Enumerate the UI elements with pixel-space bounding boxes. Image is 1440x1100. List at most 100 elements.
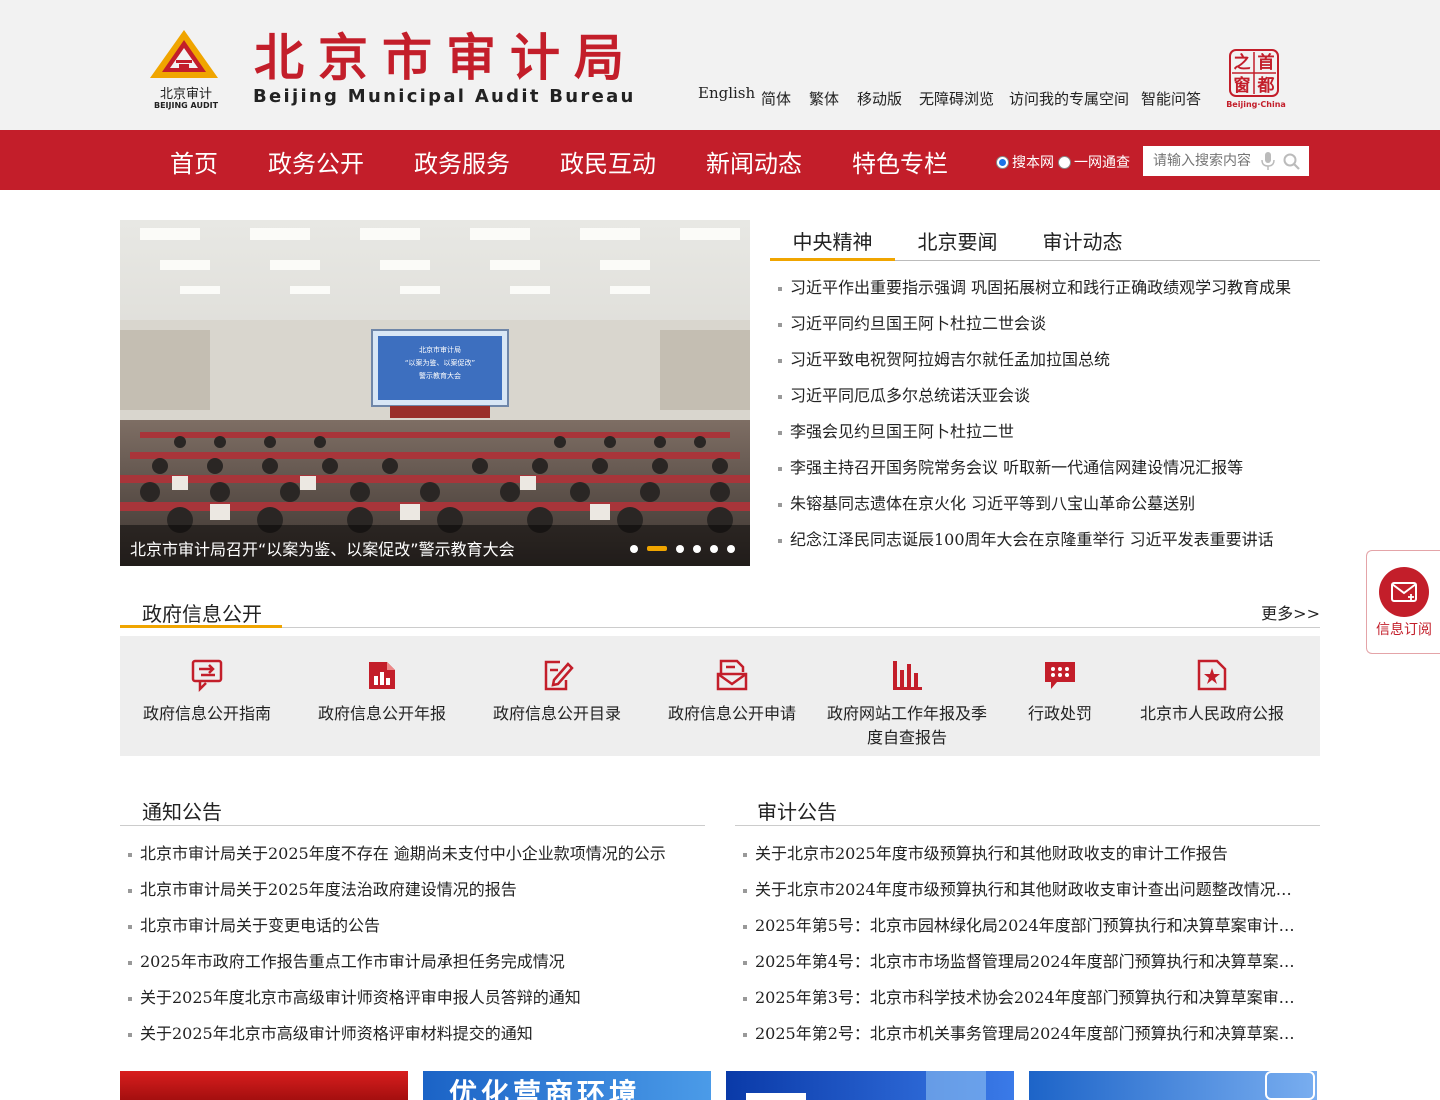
gov-info-title: 政府信息公开 <box>142 602 262 626</box>
news-item[interactable]: 习近平作出重要指示强调 巩固拓展树立和践行正确政绩观学习教育成果 <box>778 278 1308 314</box>
annual-report-icon <box>369 662 395 689</box>
audit-notice-item[interactable]: 2025年第5号：北京市园林绿化局2024年度部门预算执行和决算草案审计结果 <box>743 916 1303 952</box>
slider-dot[interactable] <box>630 545 638 553</box>
gov-info-penalty[interactable]: 行政处罚 <box>975 658 1145 726</box>
news-item[interactable]: 纪念江泽民同志诞辰100周年大会在京隆重举行 习近平发表重要讲话 <box>778 530 1308 566</box>
gov-info-panel: 政府信息公开指南 政府信息公开年报 政府信息公开目录 政府信息公开申请 政府网站… <box>120 636 1320 756</box>
notice-item[interactable]: 北京市审计局关于2025年度法治政府建设情况的报告 <box>128 880 693 916</box>
radio-all-search[interactable] <box>1058 155 1071 169</box>
svg-text:Beijing·China: Beijing·China <box>1226 100 1286 109</box>
slider-dot-active[interactable] <box>647 546 667 551</box>
gov-info-application-label: 政府信息公开申请 <box>667 704 796 723</box>
audit-notice-item[interactable]: 2025年第2号：北京市机关事务管理局2024年度部门预算执行和决算草案审计结果 <box>743 1024 1303 1060</box>
link-english[interactable]: English <box>698 84 755 102</box>
gov-info-application[interactable]: 政府信息公开申请 <box>647 658 817 726</box>
tab-audit-news[interactable]: 审计动态 <box>1020 226 1145 255</box>
gov-info-annual-report[interactable]: 政府信息公开年报 <box>297 658 467 726</box>
bar-chart-icon <box>893 661 922 690</box>
news-item[interactable]: 习近平同厄瓜多尔总统诺沃亚会谈 <box>778 386 1308 422</box>
svg-text:首: 首 <box>1258 52 1275 73</box>
news-tabs: 中央精神 北京要闻 审计动态 <box>770 220 1320 261</box>
promo-banner-business-environment[interactable]: 优化营商环境 <box>423 1071 711 1100</box>
gazette-star-icon <box>1197 659 1227 691</box>
nav-home[interactable]: 首页 <box>170 144 218 179</box>
link-accessibility[interactable]: 无障碍浏览 <box>919 88 994 109</box>
audit-notice-item[interactable]: 2025年第3号：北京市科学技术协会2024年度部门预算执行和决算草案审计结果 <box>743 988 1303 1024</box>
news-list: 习近平作出重要指示强调 巩固拓展树立和践行正确政绩观学习教育成果 习近平同约旦国… <box>778 278 1308 566</box>
link-simplified[interactable]: 简体 <box>761 88 791 109</box>
news-slider[interactable]: 北京市审计局 “以案为鉴、以案促改” 警示教育大会 北京市审计局召开“以案为鉴、… <box>120 220 750 566</box>
promo-banner[interactable] <box>120 1071 408 1100</box>
catalog-edit-icon <box>544 660 574 691</box>
radio-site-search-label[interactable]: 搜本网 <box>1012 152 1054 172</box>
section-underline <box>120 625 282 628</box>
link-mobile[interactable]: 移动版 <box>857 88 902 109</box>
screen-text-3: 警示教育大会 <box>419 371 461 380</box>
news-item[interactable]: 习近平致电祝贺阿拉姆吉尔就任孟加拉国总统 <box>778 350 1308 386</box>
notice-item[interactable]: 北京市审计局关于2025年度不存在 逾期尚未支付中小企业款项情况的公示 <box>128 844 693 880</box>
capital-window-badge[interactable]: 首 都 之 窗 Beijing·China <box>1226 48 1286 110</box>
search-box <box>1143 146 1309 176</box>
gov-info-catalog-label: 政府信息公开目录 <box>492 704 621 723</box>
gov-info-more-link[interactable]: 更多>> <box>1261 600 1320 624</box>
nav-government-services[interactable]: 政务服务 <box>414 144 510 179</box>
news-item[interactable]: 习近平同约旦国王阿卜杜拉二世会谈 <box>778 314 1308 350</box>
microphone-icon[interactable] <box>1261 152 1275 170</box>
audit-notices-header: 审计公告 <box>735 790 1320 826</box>
audit-notice-item[interactable]: 关于北京市2025年度市级预算执行和其他财政收支的审计工作报告 <box>743 844 1303 880</box>
slider-dot[interactable] <box>676 545 684 553</box>
gov-info-guide-label: 政府信息公开指南 <box>142 704 271 723</box>
slide-caption[interactable]: 北京市审计局召开“以案为鉴、以案促改”警示教育大会 <box>130 536 515 560</box>
search-icon[interactable] <box>1283 153 1300 170</box>
banner-text: 优化营商环境 <box>449 1077 642 1100</box>
notice-item[interactable]: 北京市审计局关于变更电话的公告 <box>128 916 693 952</box>
slider-dot[interactable] <box>727 545 735 553</box>
tab-central-spirit[interactable]: 中央精神 <box>770 226 895 261</box>
svg-text:之: 之 <box>1234 52 1251 73</box>
gov-info-penalty-label: 行政处罚 <box>1027 704 1092 723</box>
link-smart-qa[interactable]: 智能问答 <box>1141 88 1201 109</box>
nav-government-affairs[interactable]: 政务公开 <box>268 144 364 179</box>
link-personal-space[interactable]: 访问我的专属空间 <box>1009 88 1129 109</box>
gov-info-catalog[interactable]: 政府信息公开目录 <box>472 658 642 726</box>
promo-banner[interactable] <box>726 1071 1014 1100</box>
tab-beijing-news[interactable]: 北京要闻 <box>895 226 1020 255</box>
application-mail-icon <box>716 659 748 691</box>
slider-dot[interactable] <box>693 545 701 553</box>
gov-info-header: 政府信息公开 更多>> <box>120 592 1320 628</box>
audit-notice-item[interactable]: 关于北京市2024年度市级预算执行和其他财政收支审计查出问题整改情况的报告 <box>743 880 1303 916</box>
emblem-cn-text: 北京审计 <box>160 87 212 102</box>
site-title[interactable]: 北京市审计局 <box>254 30 638 86</box>
info-subscribe-widget[interactable]: 信息订阅 <box>1366 550 1440 654</box>
audit-emblem-logo[interactable]: 北京审计 BEIJING AUDIT <box>150 30 224 110</box>
site-subtitle: Beijing Municipal Audit Bureau <box>253 86 636 107</box>
emblem-en-text: BEIJING AUDIT <box>154 101 219 110</box>
notice-item[interactable]: 2025年市政府工作报告重点工作市审计局承担任务完成情况 <box>128 952 693 988</box>
news-item[interactable]: 李强会见约旦国王阿卜杜拉二世 <box>778 422 1308 458</box>
gov-info-gazette[interactable]: 北京市人民政府公报 <box>1127 658 1297 726</box>
chat-bubble-icon <box>1045 662 1075 689</box>
notices-title: 通知公告 <box>142 800 222 824</box>
promo-banner[interactable] <box>1029 1071 1317 1100</box>
notice-item[interactable]: 关于2025年北京市高级审计师资格评审材料提交的通知 <box>128 1024 693 1060</box>
site-header: 北京审计 BEIJING AUDIT 北京市审计局 Beijing Munici… <box>0 0 1440 130</box>
news-item[interactable]: 朱镕基同志遗体在京火化 习近平等到八宝山革命公墓送别 <box>778 494 1308 530</box>
nav-interaction[interactable]: 政民互动 <box>560 144 656 179</box>
gov-info-website-report[interactable]: 政府网站工作年报及季度自查报告 <box>822 658 992 750</box>
slider-dot[interactable] <box>710 545 718 553</box>
nav-special-columns[interactable]: 特色专栏 <box>852 144 948 179</box>
audit-notices-list: 关于北京市2025年度市级预算执行和其他财政收支的审计工作报告 关于北京市202… <box>743 844 1303 1060</box>
search-scope: 搜本网 一网通查 <box>996 152 1130 172</box>
screen-text-2: “以案为鉴、以案促改” <box>405 358 475 367</box>
notice-item[interactable]: 关于2025年度北京市高级审计师资格评审申报人员答辩的通知 <box>128 988 693 1024</box>
radio-all-search-label[interactable]: 一网通查 <box>1074 152 1130 172</box>
audit-notice-item[interactable]: 2025年第4号：北京市市场监督管理局2024年度部门预算执行和决算草案审计结果 <box>743 952 1303 988</box>
search-input[interactable] <box>1143 146 1261 176</box>
link-traditional[interactable]: 繁体 <box>809 88 839 109</box>
news-item[interactable]: 李强主持召开国务院常务会议 听取新一代通信网建设情况汇报等 <box>778 458 1308 494</box>
gov-info-guide[interactable]: 政府信息公开指南 <box>122 658 292 726</box>
notices-list: 北京市审计局关于2025年度不存在 逾期尚未支付中小企业款项情况的公示 北京市审… <box>128 844 693 1060</box>
nav-news[interactable]: 新闻动态 <box>706 144 802 179</box>
radio-site-search[interactable] <box>996 155 1009 169</box>
gov-info-annual-report-label: 政府信息公开年报 <box>317 704 446 723</box>
